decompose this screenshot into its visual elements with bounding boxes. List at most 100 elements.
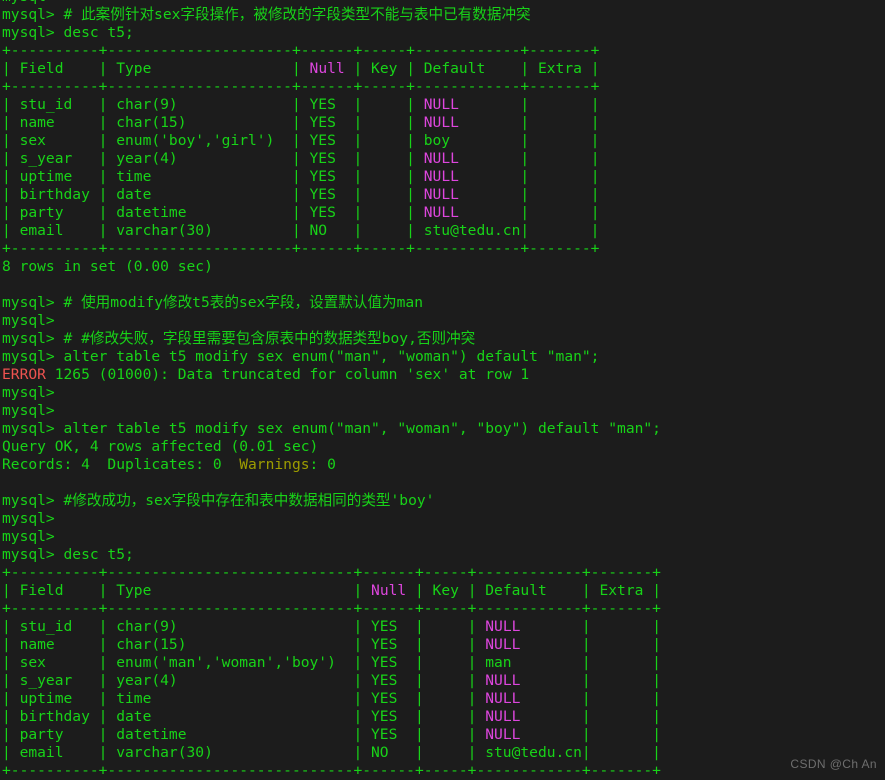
table1-border-bottom-seg-0: +----------+---------------------+------… — [2, 240, 600, 257]
table2-row-party-seg-0: | party | datetime | YES | | — [2, 726, 486, 743]
table2-row-party: | party | datetime | YES | | NULL | | — [2, 726, 885, 744]
table2-row-uptime-seg-0: | uptime | time | YES | | — [2, 690, 486, 707]
command-desc-t5-second: mysql> desc t5; — [2, 546, 885, 564]
table2-border-top-seg-0: +----------+----------------------------… — [2, 564, 661, 581]
records-line-seg-1: Warnings — [239, 456, 310, 473]
comment-line-1: mysql> # 此案例针对sex字段操作，被修改的字段类型不能与表中已有数据冲… — [2, 6, 885, 24]
table1-row-stu_id-seg-2: | | — [458, 96, 600, 113]
table1-row-stu_id: | stu_id | char(9) | YES | | NULL | | — [2, 96, 885, 114]
table1-border-header-seg-0: +----------+---------------------+------… — [2, 78, 600, 95]
table2-header-row-seg-1: Null — [371, 582, 407, 599]
table2-border-bottom-seg-0: +----------+----------------------------… — [2, 762, 661, 779]
table2-row-name-seg-0: | name | char(15) | YES | | — [2, 636, 486, 653]
table2-header-row-seg-0: | Field | Type | — [2, 582, 372, 599]
comment-line-2: mysql> # 使用modify修改t5表的sex字段，设置默认值为man — [2, 294, 885, 312]
empty-prompt-4: mysql> — [2, 510, 885, 528]
comment-line-4: mysql> #修改成功，sex字段中存在和表中数据相同的类型'boy' — [2, 492, 885, 510]
table1-row-birthday-seg-2: | | — [458, 186, 600, 203]
terminal-output[interactable]: mysql>mysql> # 此案例针对sex字段操作，被修改的字段类型不能与表… — [0, 0, 885, 780]
table1-row-uptime-seg-1: NULL — [423, 168, 459, 185]
table1-row-party-seg-1: NULL — [423, 204, 459, 221]
blank-2 — [2, 474, 885, 492]
table1-row-party: | party | datetime | YES | | NULL | | — [2, 204, 885, 222]
table1-row-uptime-seg-2: | | — [458, 168, 600, 185]
table1-row-uptime-seg-0: | uptime | time | YES | | — [2, 168, 424, 185]
table1-row-sex-seg-0: | sex | enum('boy','girl') | YES | | boy… — [2, 132, 600, 149]
error-line: ERROR 1265 (01000): Data truncated for c… — [2, 366, 885, 384]
table2-row-party-seg-2: | | — [520, 726, 661, 743]
records-line-seg-0: Records: 4 Duplicates: 0 — [2, 456, 240, 473]
table1-row-birthday: | birthday | date | YES | | NULL | | — [2, 186, 885, 204]
table1-row-email-seg-0: | email | varchar(30) | NO | | stu@tedu.… — [2, 222, 600, 239]
table2-row-uptime: | uptime | time | YES | | NULL | | — [2, 690, 885, 708]
table1-row-s_year-seg-1: NULL — [423, 150, 459, 167]
table2-row-name: | name | char(15) | YES | | NULL | | — [2, 636, 885, 654]
empty-prompt-3: mysql> — [2, 402, 885, 420]
table2-row-birthday-seg-0: | birthday | date | YES | | — [2, 708, 486, 725]
table2-row-birthday-seg-1: NULL — [485, 708, 521, 725]
table2-row-s_year-seg-1: NULL — [485, 672, 521, 689]
comment-line-3: mysql> # #修改失败，字段里需要包含原表中的数据类型boy,否则冲突 — [2, 330, 885, 348]
table2-row-sex: | sex | enum('man','woman','boy') | YES … — [2, 654, 885, 672]
table2-row-s_year-seg-0: | s_year | year(4) | YES | | — [2, 672, 486, 689]
table2-row-birthday-seg-2: | | — [520, 708, 661, 725]
table2-border-header: +----------+----------------------------… — [2, 600, 885, 618]
table1-rowcount: 8 rows in set (0.00 sec) — [2, 258, 885, 276]
table1-header-row-seg-1: Null — [309, 60, 345, 77]
command-alter-fail: mysql> alter table t5 modify sex enum("m… — [2, 348, 885, 366]
table1-row-s_year-seg-0: | s_year | year(4) | YES | | — [2, 150, 424, 167]
table2-row-email-seg-0: | email | varchar(30) | NO | | stu@tedu.… — [2, 744, 661, 761]
empty-prompt-5-seg-0: mysql> — [2, 528, 55, 545]
query-ok-line: Query OK, 4 rows affected (0.01 sec) — [2, 438, 885, 456]
table1-row-party-seg-0: | party | datetime | YES | | — [2, 204, 424, 221]
empty-prompt-2-seg-0: mysql> — [2, 384, 55, 401]
table1-row-name: | name | char(15) | YES | | NULL | | — [2, 114, 885, 132]
table1-row-uptime: | uptime | time | YES | | NULL | | — [2, 168, 885, 186]
table1-row-party-seg-2: | | — [458, 204, 600, 221]
empty-prompt-2: mysql> — [2, 384, 885, 402]
command-alter-fail-seg-0: mysql> alter table t5 modify sex enum("m… — [2, 348, 600, 365]
blank-1 — [2, 276, 885, 294]
table2-row-sex-seg-0: | sex | enum('man','woman','boy') | YES … — [2, 654, 661, 671]
table2-header-row: | Field | Type | Null | Key | Default | … — [2, 582, 885, 600]
query-ok-line-seg-0: Query OK, 4 rows affected (0.01 sec) — [2, 438, 319, 455]
table2-border-header-seg-0: +----------+----------------------------… — [2, 600, 661, 617]
command-desc-t5-first: mysql> desc t5; — [2, 24, 885, 42]
records-line-seg-2: : 0 — [309, 456, 336, 473]
empty-prompt-3-seg-0: mysql> — [2, 402, 55, 419]
command-desc-t5-first-seg-0: mysql> desc t5; — [2, 24, 134, 41]
error-line-seg-1: 1265 (01000): Data truncated for column … — [45, 366, 530, 383]
table2-row-name-seg-1: NULL — [485, 636, 521, 653]
comment-line-1-seg-0: mysql> # 此案例针对sex字段操作，被修改的字段类型不能与表中已有数据冲… — [2, 6, 531, 23]
table2-row-email: | email | varchar(30) | NO | | stu@tedu.… — [2, 744, 885, 762]
clipped-prompt-line-seg-0: mysql> — [2, 0, 55, 5]
table1-rowcount-seg-0: 8 rows in set (0.00 sec) — [2, 258, 213, 275]
table1-row-name-seg-1: NULL — [423, 114, 459, 131]
table1-header-row: | Field | Type | Null | Key | Default | … — [2, 60, 885, 78]
command-alter-success: mysql> alter table t5 modify sex enum("m… — [2, 420, 885, 438]
comment-line-4-seg-0: mysql> #修改成功，sex字段中存在和表中数据相同的类型'boy' — [2, 492, 435, 509]
table1-header-row-seg-0: | Field | Type | — [2, 60, 310, 77]
table2-row-s_year: | s_year | year(4) | YES | | NULL | | — [2, 672, 885, 690]
table2-border-bottom: +----------+----------------------------… — [2, 762, 885, 780]
table2-row-stu_id-seg-1: NULL — [485, 618, 521, 635]
error-line-seg-0: ERROR — [2, 366, 46, 383]
table2-row-uptime-seg-2: | | — [520, 690, 661, 707]
empty-prompt-1: mysql> — [2, 312, 885, 330]
table1-row-s_year: | s_year | year(4) | YES | | NULL | | — [2, 150, 885, 168]
table1-row-birthday-seg-0: | birthday | date | YES | | — [2, 186, 424, 203]
table1-row-sex: | sex | enum('boy','girl') | YES | | boy… — [2, 132, 885, 150]
table2-row-name-seg-2: | | — [520, 636, 661, 653]
table1-row-s_year-seg-2: | | — [458, 150, 600, 167]
table1-row-name-seg-0: | name | char(15) | YES | | — [2, 114, 424, 131]
empty-prompt-5: mysql> — [2, 528, 885, 546]
table2-border-top: +----------+----------------------------… — [2, 564, 885, 582]
csdn-watermark: CSDN @Ch An — [790, 757, 877, 771]
table2-row-birthday: | birthday | date | YES | | NULL | | — [2, 708, 885, 726]
empty-prompt-1-seg-0: mysql> — [2, 312, 55, 329]
table2-row-party-seg-1: NULL — [485, 726, 521, 743]
table2-row-stu_id-seg-2: | | — [520, 618, 661, 635]
empty-prompt-4-seg-0: mysql> — [2, 510, 55, 527]
command-alter-success-seg-0: mysql> alter table t5 modify sex enum("m… — [2, 420, 661, 437]
command-desc-t5-second-seg-0: mysql> desc t5; — [2, 546, 134, 563]
